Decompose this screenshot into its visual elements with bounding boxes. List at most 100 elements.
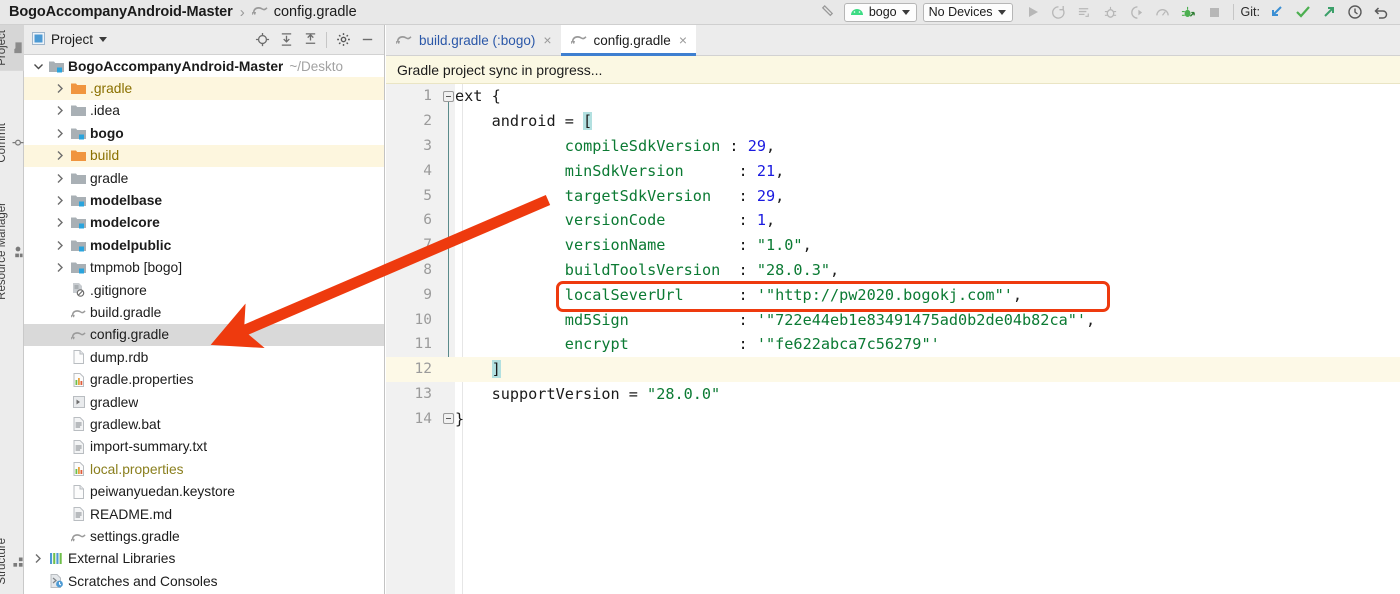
close-icon[interactable]: ×	[679, 32, 687, 48]
attach-debugger-icon[interactable]	[1176, 0, 1202, 25]
code-line: 14}	[386, 406, 1400, 431]
run-icon[interactable]	[1020, 0, 1046, 25]
collapse-all-icon[interactable]	[299, 29, 321, 51]
breadcrumb-project[interactable]: BogoAccompanyAndroid-Master	[9, 4, 233, 20]
gray-folder-icon	[69, 104, 88, 117]
code-editor[interactable]: 1 ext {2 android = [3 compileSdkVersion : 2…	[386, 84, 1400, 594]
stop-icon[interactable]	[1202, 0, 1228, 25]
tree-row[interactable]: settings.gradle	[24, 525, 384, 547]
tree-row[interactable]: gradlew	[24, 391, 384, 413]
chevron-right-icon[interactable]	[30, 553, 47, 564]
project-tool-window: Project BogoAccompanyAndroid-Master ~/De…	[24, 25, 385, 594]
breadcrumb-file[interactable]: config.gradle	[274, 4, 357, 20]
code-key: buildToolsVersion	[564, 260, 721, 279]
code-colon: :	[729, 186, 748, 205]
debug-icon[interactable]	[1098, 0, 1124, 25]
tree-row[interactable]: .gradle	[24, 77, 384, 100]
chevron-right-icon[interactable]	[52, 83, 69, 94]
tree-row[interactable]: .gitignore	[24, 279, 384, 301]
tree-row-label: build	[90, 148, 120, 164]
chevron-right-icon[interactable]	[52, 105, 69, 116]
tree-row[interactable]: local.properties	[24, 458, 384, 480]
apply-changes-icon[interactable]	[1046, 0, 1072, 25]
project-file-tree[interactable]: BogoAccompanyAndroid-Master ~/Deskto .grad…	[24, 55, 384, 592]
tree-row[interactable]: gradle	[24, 167, 384, 189]
line-number: 2	[423, 113, 432, 130]
sidebar-item-project[interactable]: Project	[0, 25, 24, 71]
gradle-file-icon	[69, 306, 88, 319]
code-line-plain-text: supportVersion =	[491, 384, 648, 403]
tree-row[interactable]: gradlew.bat	[24, 413, 384, 435]
locate-icon[interactable]	[251, 29, 273, 51]
tree-row[interactable]: Scratches and Consoles	[24, 570, 384, 592]
tree-row[interactable]: tmpmob [bogo]	[24, 257, 384, 279]
tree-row[interactable]: README.md	[24, 503, 384, 525]
hide-icon[interactable]	[356, 29, 378, 51]
code-colon: :	[729, 161, 748, 180]
tree-row-label: README.md	[90, 506, 173, 522]
device-selector[interactable]: No Devices	[922, 2, 1013, 22]
rollback-icon[interactable]	[1368, 0, 1394, 25]
code-colon: :	[729, 236, 748, 255]
code-line: 12]	[386, 356, 1400, 382]
code-padding	[684, 286, 730, 304]
push-icon[interactable]	[1316, 0, 1342, 25]
tree-row-label: modelcore	[90, 215, 160, 231]
chevron-right-icon[interactable]	[52, 150, 69, 161]
project-panel-title[interactable]: Project	[32, 31, 108, 48]
chevron-right-icon[interactable]	[52, 240, 69, 251]
run-with-coverage-icon[interactable]	[1124, 0, 1150, 25]
tree-row[interactable]: bogo	[24, 122, 384, 144]
chevron-right-icon[interactable]	[52, 128, 69, 139]
editor-tab-config-gradle[interactable]: config.gradle ×	[560, 25, 697, 56]
tree-row[interactable]: dump.rdb	[24, 346, 384, 368]
chevron-right-icon[interactable]	[52, 195, 69, 206]
code-line-plain-text: android =	[491, 112, 584, 131]
apply-code-changes-icon[interactable]	[1072, 0, 1098, 25]
close-icon[interactable]: ×	[543, 32, 551, 48]
chevron-right-icon[interactable]	[52, 217, 69, 228]
chevron-down-icon[interactable]	[99, 37, 108, 42]
sidebar-item-structure[interactable]: Structure	[0, 533, 24, 590]
tree-row[interactable]: gradle.properties	[24, 368, 384, 390]
tree-row[interactable]: .idea	[24, 100, 384, 122]
commit-icon[interactable]	[1290, 0, 1316, 25]
code-colon: :	[729, 136, 739, 155]
update-project-icon[interactable]	[1264, 0, 1290, 25]
line-number: 7	[423, 237, 432, 254]
profiler-icon[interactable]	[1150, 0, 1176, 25]
sidebar-item-resource-manager[interactable]: Resource Manager	[0, 197, 24, 305]
history-icon[interactable]	[1342, 0, 1368, 25]
tree-row[interactable]: build.gradle	[24, 301, 384, 323]
sync-status-text: Gradle project sync in progress...	[397, 61, 603, 78]
code-value: '"fe622abca7c56279"'	[756, 335, 940, 354]
tree-row[interactable]: modelpublic	[24, 234, 384, 256]
tree-row[interactable]: BogoAccompanyAndroid-Master ~/Deskto	[24, 55, 384, 77]
chevron-right-icon[interactable]	[52, 173, 69, 184]
code-line-text: ext {	[455, 87, 501, 105]
module-selector[interactable]: bogo	[843, 2, 917, 22]
line-number: 3	[423, 137, 432, 154]
editor-tab-build-gradle[interactable]: build.gradle (:bogo) ×	[386, 25, 561, 55]
orange-folder-icon	[69, 149, 88, 162]
tree-row-label: .gitignore	[90, 282, 147, 298]
tree-row[interactable]: External Libraries	[24, 548, 384, 570]
tree-row[interactable]: config.gradle	[24, 323, 384, 347]
expand-all-icon[interactable]	[275, 29, 297, 51]
tree-row[interactable]: import-summary.txt	[24, 436, 384, 458]
tree-row[interactable]: peiwanyuedan.keystore	[24, 480, 384, 502]
code-line-plain: android = [	[491, 112, 593, 131]
settings-gear-icon[interactable]	[332, 29, 354, 51]
module-folder-icon	[69, 127, 88, 140]
code-comma: ,	[766, 211, 776, 230]
tree-row[interactable]: build	[24, 144, 384, 167]
chevron-down-icon[interactable]	[30, 62, 47, 71]
code-line-plain-text: }	[455, 409, 465, 428]
chevron-right-icon[interactable]	[52, 262, 69, 273]
tree-row[interactable]: modelcore	[24, 212, 384, 234]
module-folder-icon	[47, 60, 66, 73]
hammer-icon[interactable]	[815, 0, 841, 25]
sidebar-item-commit[interactable]: Commit	[0, 118, 24, 168]
code-key: encrypt	[564, 335, 629, 354]
tree-row[interactable]: modelbase	[24, 189, 384, 211]
